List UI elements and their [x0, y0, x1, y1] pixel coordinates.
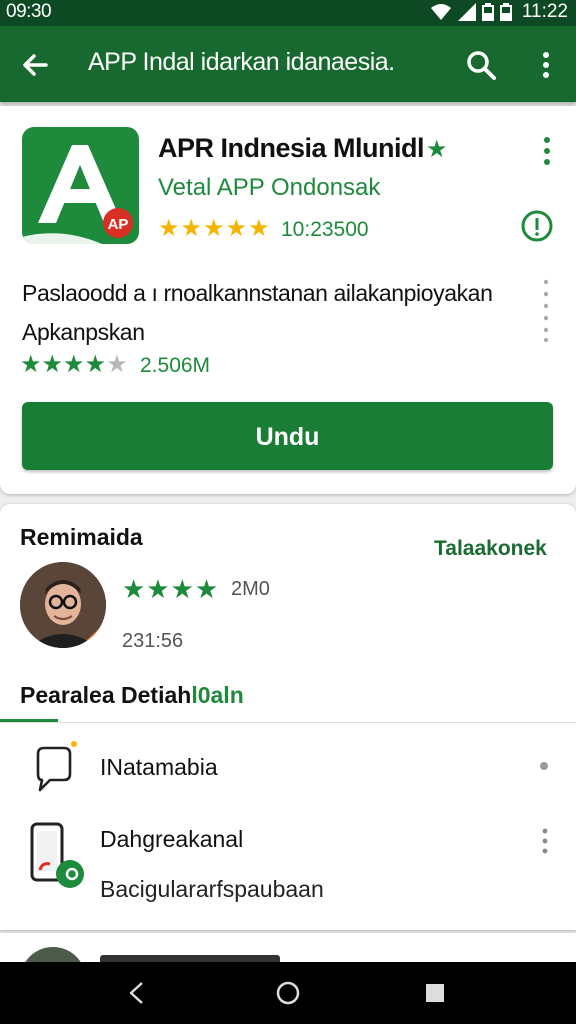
- nav-back-icon[interactable]: [122, 978, 152, 1008]
- app-logo-icon: AP: [22, 145, 133, 244]
- tab-label-main: Pearalea Detiah: [20, 682, 192, 708]
- list-item-label[interactable]: Dahgreakanal: [100, 826, 243, 853]
- app-icon[interactable]: AP: [22, 127, 139, 244]
- rating-stars: ★★★★★: [158, 215, 271, 242]
- review-stars: ★★★★: [122, 574, 220, 604]
- battery-icon: [482, 3, 494, 21]
- status-time-right: 11:22: [521, 1, 568, 22]
- phone-app-icon: [30, 822, 84, 888]
- small-rating-stars: ★★★★★: [20, 350, 128, 379]
- system-nav-bar: [0, 962, 576, 1024]
- back-arrow-icon[interactable]: [18, 48, 52, 82]
- list-item-dot-icon: [540, 762, 548, 770]
- reviews-section-title: Remimaida: [20, 524, 143, 550]
- status-bar: 09:30 11:22: [0, 0, 576, 26]
- status-icons: [430, 3, 512, 21]
- app-header-card: AP APR Indnesia Mlunidl★ Vetal APP Ondon…: [0, 106, 576, 494]
- more-vert-icon[interactable]: [536, 48, 556, 82]
- small-stars-filled: ★★★★: [20, 351, 107, 378]
- list-item-subtitle: Bacigulararfspaubaan: [100, 876, 324, 902]
- app-name: APR Indnesia Mlunidl★: [158, 133, 448, 164]
- see-more-link[interactable]: Talaakonek: [434, 537, 547, 561]
- review-count: 2M0: [231, 578, 270, 600]
- app-description: Paslaoodd a ı rnoalkannstanan ailakanpio…: [22, 280, 493, 345]
- editors-choice-star-icon: ★: [426, 136, 448, 163]
- nav-recents-icon[interactable]: [420, 978, 450, 1008]
- description-more-icon[interactable]: [542, 278, 550, 342]
- developer-name[interactable]: Vetal APP Ondonsak: [158, 174, 380, 202]
- app-name-text: APR Indnesia Mlunidl: [158, 133, 425, 163]
- avatar: [20, 947, 86, 963]
- nav-home-icon[interactable]: [273, 978, 303, 1008]
- chat-bubble-icon: [36, 741, 77, 792]
- wifi-icon: [431, 4, 451, 20]
- tab-label-accent: l0aln: [191, 682, 244, 708]
- list-item-label[interactable]: INatamabia: [100, 754, 218, 781]
- search-icon[interactable]: [464, 48, 498, 82]
- reviewer-avatar-icon: [20, 562, 106, 648]
- tab-details[interactable]: Pearalea Detiahl0aln: [20, 682, 244, 709]
- signal-icon: [458, 3, 476, 21]
- next-card-peek: [0, 932, 576, 963]
- divider: [0, 722, 576, 723]
- review-date: 231:56: [122, 630, 184, 652]
- rating-count: 10:23500: [281, 218, 369, 241]
- app-menu-icon[interactable]: [540, 134, 554, 168]
- install-button[interactable]: Undu: [22, 402, 553, 470]
- avatar[interactable]: [20, 562, 106, 648]
- reviews-card: Remimaida Talaakonek ★★★★ 2M0 231:56 Pea…: [0, 504, 576, 930]
- battery-icon: [500, 3, 512, 21]
- app-toolbar: APP Indal idarkan idanaesia.: [0, 26, 576, 102]
- app-size: 2.506M: [140, 354, 211, 377]
- status-time-left: 09:30: [6, 1, 52, 22]
- app-icon-badge: AP: [108, 216, 129, 233]
- list-item-menu-icon[interactable]: [541, 828, 549, 854]
- small-stars-empty: ★: [106, 351, 128, 378]
- toolbar-title: APP Indal idarkan idanaesia.: [88, 48, 395, 76]
- info-icon[interactable]: [520, 209, 554, 243]
